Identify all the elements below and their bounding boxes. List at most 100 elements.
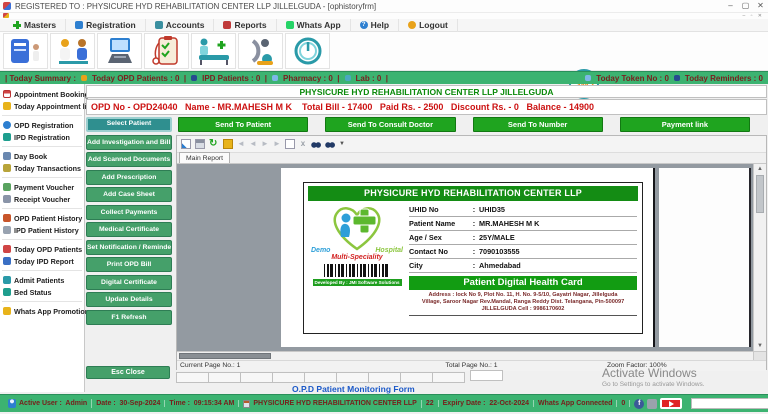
sidebar-payment-voucher[interactable]: Payment Voucher xyxy=(0,181,84,193)
sidebar-today-opd-patients[interactable]: Today OPD Patients xyxy=(0,243,84,255)
tab-cell[interactable] xyxy=(272,372,305,383)
menu-logout[interactable]: Logout xyxy=(399,19,458,32)
patient-admission-icon xyxy=(196,35,232,67)
sidebar-appointment-booking[interactable]: Appointment Booking xyxy=(0,88,84,100)
tab-cell[interactable] xyxy=(400,372,433,383)
report-page-overflow xyxy=(659,168,751,347)
tab-cell[interactable] xyxy=(240,372,273,383)
close-view-icon[interactable]: x xyxy=(299,139,307,149)
scan-machine-icon xyxy=(243,35,279,67)
youtube-icon[interactable] xyxy=(660,398,682,409)
close-button[interactable]: ✕ xyxy=(753,0,768,12)
find-icon[interactable] xyxy=(311,139,321,149)
statusbar-clinic-name: PHYSICURE HYD REHABILITATION CENTER LLP xyxy=(253,400,416,407)
payment-link-button[interactable]: Payment link xyxy=(620,117,750,132)
sidebar-ipd-patient-history[interactable]: IPD Patient History xyxy=(0,224,84,236)
tab-cell[interactable] xyxy=(336,372,369,383)
horizontal-scrollbar[interactable] xyxy=(177,351,766,360)
sidebar-today-transactions[interactable]: Today Transactions xyxy=(0,162,84,174)
sidebar-today-ipd-report[interactable]: Today IPD Report xyxy=(0,255,84,267)
menu-reports[interactable]: Reports xyxy=(214,19,276,32)
scroll-down-icon[interactable]: ▼ xyxy=(754,341,766,351)
set-notification-reminders-button[interactable]: Set Notification / Reminders xyxy=(86,240,172,255)
zoom-dropdown-caret-icon[interactable]: ▼ xyxy=(339,139,345,149)
minimize-button[interactable]: – xyxy=(723,0,738,12)
hospital-icon xyxy=(243,400,250,408)
maximize-button[interactable]: ▢ xyxy=(738,0,753,12)
send-to-consult-doctor-button[interactable]: Send To Consult Doctor xyxy=(325,117,455,132)
menu-help[interactable]: ?Help xyxy=(351,19,399,32)
print-icon[interactable] xyxy=(195,139,205,149)
export-icon[interactable] xyxy=(181,139,191,149)
sidebar-ipd-registration[interactable]: IPD Registration xyxy=(0,131,84,143)
toolbar-scan-button[interactable] xyxy=(238,33,283,69)
sidebar-day-book[interactable]: Day Book xyxy=(0,150,84,162)
goto-page-icon[interactable] xyxy=(285,139,295,149)
tab-cell[interactable] xyxy=(176,372,209,383)
report-toolbar: ↻ ◄ ◄ ► ► x ▼ xyxy=(177,136,766,153)
sidebar-receipt-voucher[interactable]: Receipt Voucher xyxy=(0,193,84,205)
tab-cell[interactable] xyxy=(304,372,337,383)
menu-registration[interactable]: Registration xyxy=(66,19,146,32)
application-window: REGISTERED TO : PHYSICURE HYD REHABILITA… xyxy=(0,0,768,414)
menu-accounts[interactable]: Accounts xyxy=(146,19,215,32)
toolbar-consultation-button[interactable] xyxy=(50,33,95,69)
patient-info-line: OPD No - OPD24040 Name - MR.MAHESH M K T… xyxy=(86,99,767,115)
report-tab-row: Main Report xyxy=(177,153,766,164)
logo-word-demo: Demo xyxy=(311,247,330,254)
report-canvas: PHYSICURE HYD REHABILITATION CENTER LLP xyxy=(177,164,766,351)
field-city: City:Ahmedabad xyxy=(409,259,637,273)
print-opd-bill-button[interactable]: Print OPD Bill xyxy=(86,257,172,272)
vertical-scroll-thumb[interactable] xyxy=(756,175,764,213)
menu-whatsapp[interactable]: Whats App xyxy=(277,19,351,32)
toolbar-power-button[interactable] xyxy=(285,33,330,69)
sidebar-whatsapp-promotions[interactable]: Whats App Promotions xyxy=(0,305,84,317)
next-page-icon[interactable]: ► xyxy=(261,139,269,149)
tab-cell[interactable] xyxy=(470,370,503,381)
tab-cell[interactable] xyxy=(208,372,241,383)
vertical-scrollbar[interactable]: ▲ ▼ xyxy=(753,164,766,351)
report-icon xyxy=(223,21,231,29)
f1-refresh-button[interactable]: F1 Refresh xyxy=(86,310,172,325)
toolbar-billing-button[interactable] xyxy=(97,33,142,69)
horizontal-scroll-thumb[interactable] xyxy=(179,353,271,359)
add-investigation-billing-button[interactable]: Add Investigation and Billing xyxy=(86,135,172,150)
prev-page-icon[interactable]: ◄ xyxy=(249,139,257,149)
facebook-icon[interactable]: f xyxy=(634,399,644,409)
tab-cell[interactable] xyxy=(368,372,401,383)
statusbar-dropdown[interactable]: ▼ xyxy=(691,398,768,409)
group-tree-icon[interactable] xyxy=(223,139,233,149)
sidebar-opd-patient-history[interactable]: OPD Patient History xyxy=(0,212,84,224)
toolbar-patient-card-button[interactable] xyxy=(3,33,48,69)
refresh-icon[interactable]: ↻ xyxy=(209,139,219,149)
social-icon[interactable] xyxy=(647,399,657,409)
sidebar-bed-status[interactable]: Bed Status xyxy=(0,286,84,298)
zoom-icon[interactable] xyxy=(325,139,335,149)
add-case-sheet-button[interactable]: Add Case Sheet xyxy=(86,187,172,202)
main-report-tab[interactable]: Main Report xyxy=(179,152,230,163)
toolbar-admission-button[interactable] xyxy=(191,33,236,69)
icon-toolbar: SW3 SAI WEB INFOTECH PLANNING| ANALYSIS|… xyxy=(0,32,768,71)
menu-masters[interactable]: Masters xyxy=(4,19,66,32)
send-to-patient-button[interactable]: Send To Patient xyxy=(178,117,308,132)
scroll-up-icon[interactable]: ▲ xyxy=(754,164,766,174)
medical-certificate-button[interactable]: Medical Certificate xyxy=(86,222,172,237)
update-details-button[interactable]: Update Details xyxy=(86,292,172,307)
first-page-icon[interactable]: ◄ xyxy=(237,139,245,149)
tab-cell[interactable] xyxy=(432,372,465,383)
collect-payments-button[interactable]: Collect Payments xyxy=(86,205,172,220)
logo-word-hospital: Hospital xyxy=(375,247,403,254)
sidebar-opd-registration[interactable]: OPD Registration xyxy=(0,119,84,131)
add-scanned-documents-button[interactable]: Add Scanned Documents xyxy=(86,152,172,167)
add-prescription-button[interactable]: Add Prescription xyxy=(86,170,172,185)
send-to-number-button[interactable]: Send To Number xyxy=(473,117,603,132)
phone-icon xyxy=(3,133,11,141)
select-patient-button[interactable]: Select Patient xyxy=(86,117,172,132)
esc-close-button[interactable]: Esc Close xyxy=(86,366,170,379)
sidebar-admit-patients[interactable]: Admit Patients xyxy=(0,274,84,286)
scrollbar-corner xyxy=(753,352,766,360)
sidebar-today-appointment-list[interactable]: Today Appointment list xyxy=(0,100,84,112)
last-page-icon[interactable]: ► xyxy=(273,139,281,149)
toolbar-checklist-button[interactable] xyxy=(144,33,189,69)
digital-certificate-button[interactable]: Digital Certificate xyxy=(86,275,172,290)
